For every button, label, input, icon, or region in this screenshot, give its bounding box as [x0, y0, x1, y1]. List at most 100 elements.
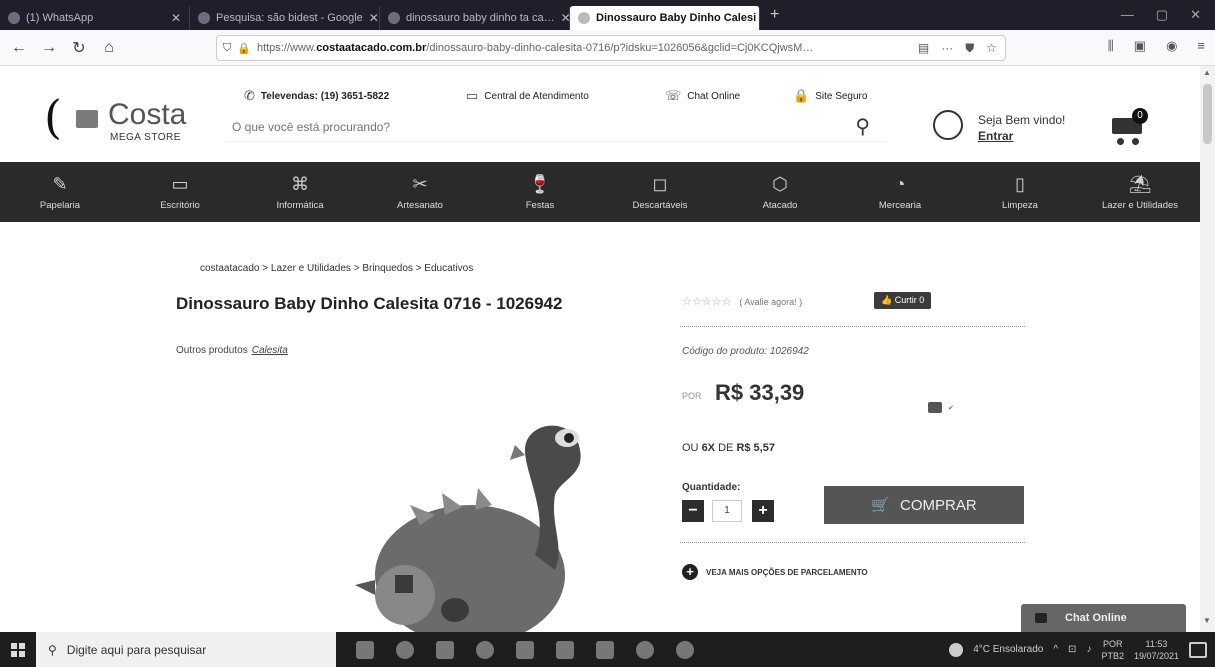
installment-info: OU 6X DE R$ 5,57 — [682, 442, 775, 454]
search-icon[interactable]: ⚲ — [855, 114, 870, 139]
maximize-icon[interactable]: ▢ — [1156, 7, 1168, 23]
box-icon: ⬡ — [772, 173, 788, 194]
product-image[interactable] — [350, 405, 640, 635]
close-icon[interactable]: ✕ — [561, 11, 569, 25]
scroll-down-icon[interactable]: ▼ — [1203, 616, 1211, 625]
search-input[interactable] — [226, 119, 786, 134]
category-artesanato[interactable]: ✂ Artesanato — [360, 162, 480, 222]
clock[interactable]: 11:53 19/07/2021 — [1134, 638, 1179, 662]
new-tab-button[interactable]: + — [760, 6, 789, 24]
rating-stars[interactable]: ☆☆☆☆☆( Avalie agora! ) — [682, 295, 802, 308]
user-icon[interactable] — [933, 110, 963, 140]
reload-icon[interactable]: ↻ — [68, 38, 90, 58]
chat-online-link[interactable]: ☏ Chat Online — [665, 88, 740, 104]
brand-link[interactable]: Calesita — [252, 345, 288, 356]
cart-icon[interactable]: 0 — [1110, 106, 1150, 146]
volume-icon[interactable]: ♪ — [1086, 644, 1091, 655]
chrome-icon-2[interactable] — [636, 640, 654, 659]
forward-icon[interactable]: → — [38, 39, 60, 57]
chat-icon: ☏ — [665, 88, 682, 103]
central-atendimento-link[interactable]: ▭ Central de Atendimento — [466, 88, 589, 104]
category-papelaria[interactable]: ✎ Papelaria — [0, 162, 120, 222]
account-icon[interactable]: ◉ — [1166, 38, 1177, 54]
site-seguro-link[interactable]: 🔒 Site Seguro — [793, 88, 867, 104]
category-mercearia[interactable]: ◔ Mercearia — [840, 162, 960, 222]
category-atacado[interactable]: ⬡ Atacado — [720, 162, 840, 222]
url-bar[interactable]: ⛉ 🔒 https://www.costaatacado.com.br/dino… — [216, 35, 1006, 61]
login-link[interactable]: Entrar — [978, 128, 1065, 144]
divider — [680, 542, 1025, 543]
quantity-decrease-button[interactable]: − — [682, 500, 704, 522]
televendas-link[interactable]: ✆ Televendas: (19) 3651-5822 — [244, 88, 389, 104]
buy-button[interactable]: 🛒 COMPRAR — [824, 486, 1024, 524]
quantity-increase-button[interactable]: + — [752, 500, 774, 522]
bookmark-star-icon[interactable]: ☆ — [986, 41, 997, 56]
breadcrumb[interactable]: costaatacado > Lazer e Utilidades > Brin… — [200, 263, 473, 274]
store-icon[interactable] — [516, 640, 534, 659]
sidebar-icon[interactable]: ▣ — [1134, 38, 1146, 54]
start-button[interactable] — [0, 632, 36, 667]
chevron-up-icon[interactable]: ^ — [1053, 644, 1058, 655]
category-informatica[interactable]: ⌘ Informática — [240, 162, 360, 222]
page-actions-icon[interactable]: ··· — [941, 41, 953, 56]
app-icon[interactable] — [556, 640, 574, 659]
category-limpeza[interactable]: ▯ Limpeza — [960, 162, 1080, 222]
language-indicator[interactable]: POR PTB2 — [1101, 638, 1124, 662]
category-festas[interactable]: 🍷 Festas — [480, 162, 600, 222]
tab-google-search[interactable]: Pesquisa: são bidest - Google ✕ — [190, 6, 380, 30]
close-icon[interactable]: ✕ — [171, 11, 181, 25]
minimize-icon[interactable]: — — [1121, 7, 1134, 23]
chrome-icon[interactable] — [396, 640, 414, 659]
site-header: ( Costa MEGA STORE ✆ Televendas: (19) 365… — [0, 66, 1200, 162]
site-favicon-icon — [578, 12, 590, 24]
cart-count-badge: 0 — [1132, 108, 1148, 124]
security-seals: ✔ — [928, 402, 954, 413]
tab-whatsapp[interactable]: (1) WhatsApp ✕ — [0, 6, 190, 30]
lock-seal-icon — [928, 402, 942, 413]
taskbar-search[interactable]: ⚲ Digite aqui para pesquisar — [36, 632, 336, 667]
page-title: Dinossauro Baby Dinho Calesita 0716 - 10… — [176, 294, 563, 313]
phone-icon: ✆ — [244, 88, 255, 103]
logo-box-icon — [76, 110, 98, 128]
scroll-up-icon[interactable]: ▲ — [1203, 68, 1211, 77]
scrollbar-thumb[interactable] — [1203, 84, 1212, 144]
pocket-icon[interactable]: ⛊ — [965, 41, 974, 56]
firefox-icon[interactable] — [676, 640, 694, 659]
candy-icon: ◔ — [894, 173, 906, 194]
user-greeting: Seja Bem vindo! Entrar — [978, 113, 1066, 144]
category-lazer-utilidades[interactable]: ⛱ Lazer e Utilidades — [1080, 162, 1200, 222]
product-code: Código do produto: 1026942 — [682, 346, 809, 357]
photos-icon[interactable] — [596, 640, 614, 659]
padlock-icon: 🔒 — [793, 88, 810, 103]
task-view-icon[interactable] — [356, 640, 374, 659]
home-icon[interactable]: ⌂ — [98, 39, 120, 57]
close-icon[interactable]: ✕ — [369, 11, 379, 25]
weather-text[interactable]: 4°C Ensolarado — [973, 644, 1043, 655]
library-icon[interactable]: ⫼ — [1108, 38, 1114, 54]
like-button[interactable]: 👍 Curtir 0 — [874, 292, 932, 309]
folder-icon: ▭ — [171, 173, 189, 194]
divider — [680, 326, 1025, 327]
category-descartaveis[interactable]: ◻ Descartáveis — [600, 162, 720, 222]
mail-icon[interactable] — [436, 640, 454, 659]
network-icon[interactable]: ⊡ — [1068, 644, 1076, 655]
chat-online-widget[interactable]: Chat Online — [1021, 604, 1186, 632]
windows-taskbar: ⚲ Digite aqui para pesquisar 4°C Ensolara… — [0, 632, 1215, 667]
product-price: R$ 33,39 — [715, 380, 805, 405]
notifications-icon[interactable] — [1189, 641, 1207, 658]
more-installments-link[interactable]: + VEJA MAIS OPÇÕES DE PARCELAMENTO — [682, 564, 868, 580]
browser-nav-bar: ← → ↻ ⌂ ⛉ 🔒 https://www.costaatacado.com… — [0, 30, 1215, 66]
edge-icon[interactable] — [476, 640, 494, 659]
tab-product-page[interactable]: Dinossauro Baby Dinho Calesi✕ — [570, 6, 760, 30]
menu-icon[interactable]: ≡ — [1197, 38, 1205, 54]
plus-icon: + — [682, 564, 698, 580]
close-window-icon[interactable]: ✕ — [1190, 7, 1201, 23]
scrollbar[interactable]: ▲ ▼ — [1200, 66, 1215, 632]
tab-google-search-2[interactable]: dinossauro baby dinho ta ca… ✕ — [380, 6, 570, 30]
quantity-field[interactable]: 1 — [712, 500, 742, 522]
category-escritorio[interactable]: ▭ Escritório — [120, 162, 240, 222]
back-icon[interactable]: ← — [8, 39, 30, 57]
check-seal-icon: ✔ — [948, 404, 954, 412]
reader-view-icon[interactable]: ▤ — [918, 41, 929, 56]
quantity-label: Quantidade: — [682, 482, 741, 493]
